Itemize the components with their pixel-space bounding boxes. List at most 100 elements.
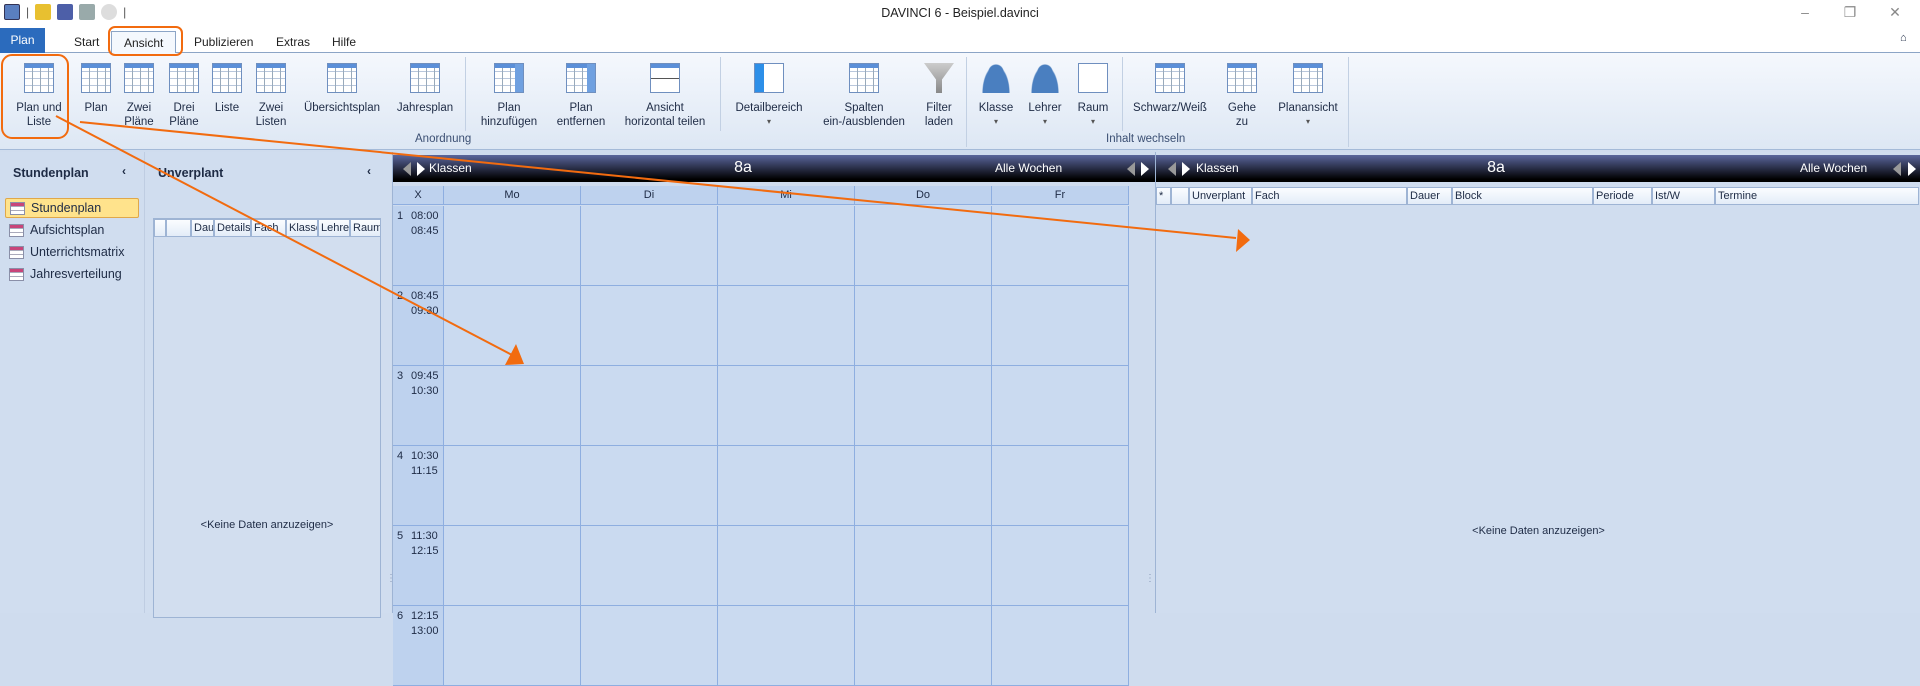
tab-hilfe[interactable]: Hilfe [320, 31, 368, 53]
prev-arrow-icon[interactable] [1893, 162, 1901, 176]
column-header[interactable] [154, 219, 166, 237]
tab-extras[interactable]: Extras [264, 31, 322, 53]
timetable-cell[interactable] [581, 286, 718, 366]
tab-start[interactable]: Start [62, 31, 111, 53]
timetable-cell[interactable] [581, 206, 718, 286]
column-header-ist-w[interactable]: Ist/W [1652, 187, 1715, 205]
prev-arrow-icon[interactable] [403, 162, 411, 176]
timetable-cell[interactable] [855, 206, 992, 286]
column-header-unverplant[interactable]: Unverplant [1189, 187, 1252, 205]
timetable-cell[interactable] [444, 366, 581, 446]
resize-grip[interactable]: ⋮ [1145, 574, 1155, 584]
minimize-button[interactable]: – [1790, 4, 1820, 20]
type-label[interactable]: Klassen [1196, 161, 1239, 175]
close-button[interactable]: ✕ [1880, 4, 1910, 21]
day-header-do[interactable]: Do [855, 186, 992, 205]
timetable-cell[interactable] [718, 206, 855, 286]
timetable-cell[interactable] [718, 606, 855, 686]
column-header-raum[interactable]: Raum [350, 219, 381, 237]
plan-entfernen-button[interactable]: Plan entfernen [547, 57, 615, 135]
timetable-cell[interactable] [444, 526, 581, 606]
column-header-block[interactable]: Block [1452, 187, 1593, 205]
timetable-cell[interactable] [992, 366, 1129, 446]
klasse-button[interactable]: Klasse ▾ [971, 57, 1021, 135]
prev-arrow-icon[interactable] [1127, 162, 1135, 176]
timetable-cell[interactable] [444, 606, 581, 686]
planansicht-button[interactable]: Planansicht ▾ [1272, 57, 1344, 135]
zwei-plaene-button[interactable]: Zwei Pläne [116, 57, 162, 135]
tab-ansicht[interactable]: Ansicht [111, 31, 177, 53]
detailbereich-button[interactable]: Detailbereich ▾ [726, 57, 812, 135]
timetable-cell[interactable] [444, 206, 581, 286]
lehrer-button[interactable]: Lehrer ▾ [1021, 57, 1069, 135]
timetable-cell[interactable] [992, 606, 1129, 686]
timetable-cell[interactable] [992, 206, 1129, 286]
weeks-label[interactable]: Alle Wochen [995, 161, 1062, 175]
type-label[interactable]: Klassen [429, 161, 472, 175]
timetable-cell[interactable] [718, 286, 855, 366]
column-header-dau[interactable]: Dau [191, 219, 214, 237]
column-header-termine[interactable]: Termine [1715, 187, 1919, 205]
tab-publizieren[interactable]: Publizieren [182, 31, 265, 53]
timetable-cell[interactable] [855, 286, 992, 366]
column-header[interactable] [166, 219, 191, 237]
timetable-cell[interactable] [444, 286, 581, 366]
collapse-ribbon-icon[interactable]: ⌂ [1900, 32, 1907, 44]
timetable-cell[interactable] [581, 606, 718, 686]
timetable-cell[interactable] [718, 446, 855, 526]
nav-item-unterrichtsmatrix[interactable]: Unterrichtsmatrix [5, 242, 139, 262]
raum-button[interactable]: Raum ▾ [1069, 57, 1117, 135]
schwarz-weiss-button[interactable]: Schwarz/Weiß [1128, 57, 1212, 135]
next-arrow-icon[interactable] [417, 162, 425, 176]
ansicht-horizontal-teilen-button[interactable]: Ansicht horizontal teilen [615, 57, 715, 135]
uebersichtsplan-button[interactable]: Übersichtsplan [294, 57, 390, 135]
next-arrow-icon[interactable] [1182, 162, 1190, 176]
timetable-cell[interactable] [444, 446, 581, 526]
column-header-new[interactable]: * [1156, 187, 1171, 205]
column-header[interactable] [1171, 187, 1189, 205]
column-header-details[interactable]: Details [214, 219, 251, 237]
day-header-mi[interactable]: Mi [718, 186, 855, 205]
column-header-klasse[interactable]: Klasse [286, 219, 318, 237]
restore-button[interactable]: ❐ [1835, 4, 1865, 21]
collapse-icon[interactable]: ‹ [122, 164, 126, 178]
filter-laden-button[interactable]: Filter laden [916, 57, 962, 135]
timetable-cell[interactable] [855, 366, 992, 446]
nav-item-stundenplan[interactable]: Stundenplan [5, 198, 139, 218]
next-arrow-icon[interactable] [1908, 162, 1916, 176]
resize-grip[interactable]: ⋮ [386, 574, 396, 584]
day-header-di[interactable]: Di [581, 186, 718, 205]
column-header-fach[interactable]: Fach [251, 219, 286, 237]
column-header-fach[interactable]: Fach [1252, 187, 1407, 205]
plan-button[interactable]: Plan [76, 57, 116, 135]
timetable-cell[interactable] [718, 366, 855, 446]
timetable-cell[interactable] [581, 446, 718, 526]
gehe-zu-button[interactable]: Gehe zu [1212, 57, 1272, 135]
timetable-cell[interactable] [581, 526, 718, 606]
spalten-ein-ausblenden-button[interactable]: Spalten ein-/ausblenden [812, 57, 916, 135]
timetable-cell[interactable] [581, 366, 718, 446]
timetable-cell[interactable] [992, 526, 1129, 606]
timetable-cell[interactable] [855, 526, 992, 606]
weeks-label[interactable]: Alle Wochen [1800, 161, 1867, 175]
zwei-listen-button[interactable]: Zwei Listen [248, 57, 294, 135]
column-header-periode[interactable]: Periode [1593, 187, 1652, 205]
prev-arrow-icon[interactable] [1168, 162, 1176, 176]
column-header-dauer[interactable]: Dauer [1407, 187, 1452, 205]
plan-hinzufuegen-button[interactable]: Plan hinzufügen [471, 57, 547, 135]
timetable-cell[interactable] [992, 286, 1129, 366]
day-header-fr[interactable]: Fr [992, 186, 1129, 205]
next-arrow-icon[interactable] [1141, 162, 1149, 176]
nav-item-jahresverteilung[interactable]: Jahresverteilung [5, 264, 139, 284]
jahresplan-button[interactable]: Jahresplan [390, 57, 460, 135]
day-header-mo[interactable]: Mo [444, 186, 581, 205]
timetable-cell[interactable] [855, 606, 992, 686]
timetable-cell[interactable] [718, 526, 855, 606]
timetable-cell[interactable] [855, 446, 992, 526]
column-header-lehrer[interactable]: Lehre [318, 219, 350, 237]
timetable-cell[interactable] [992, 446, 1129, 526]
collapse-icon[interactable]: ‹ [367, 164, 371, 178]
plan-und-liste-button[interactable]: Plan und Liste [2, 57, 76, 135]
liste-button[interactable]: Liste [206, 57, 248, 135]
nav-item-aufsichtsplan[interactable]: Aufsichtsplan [5, 220, 139, 240]
